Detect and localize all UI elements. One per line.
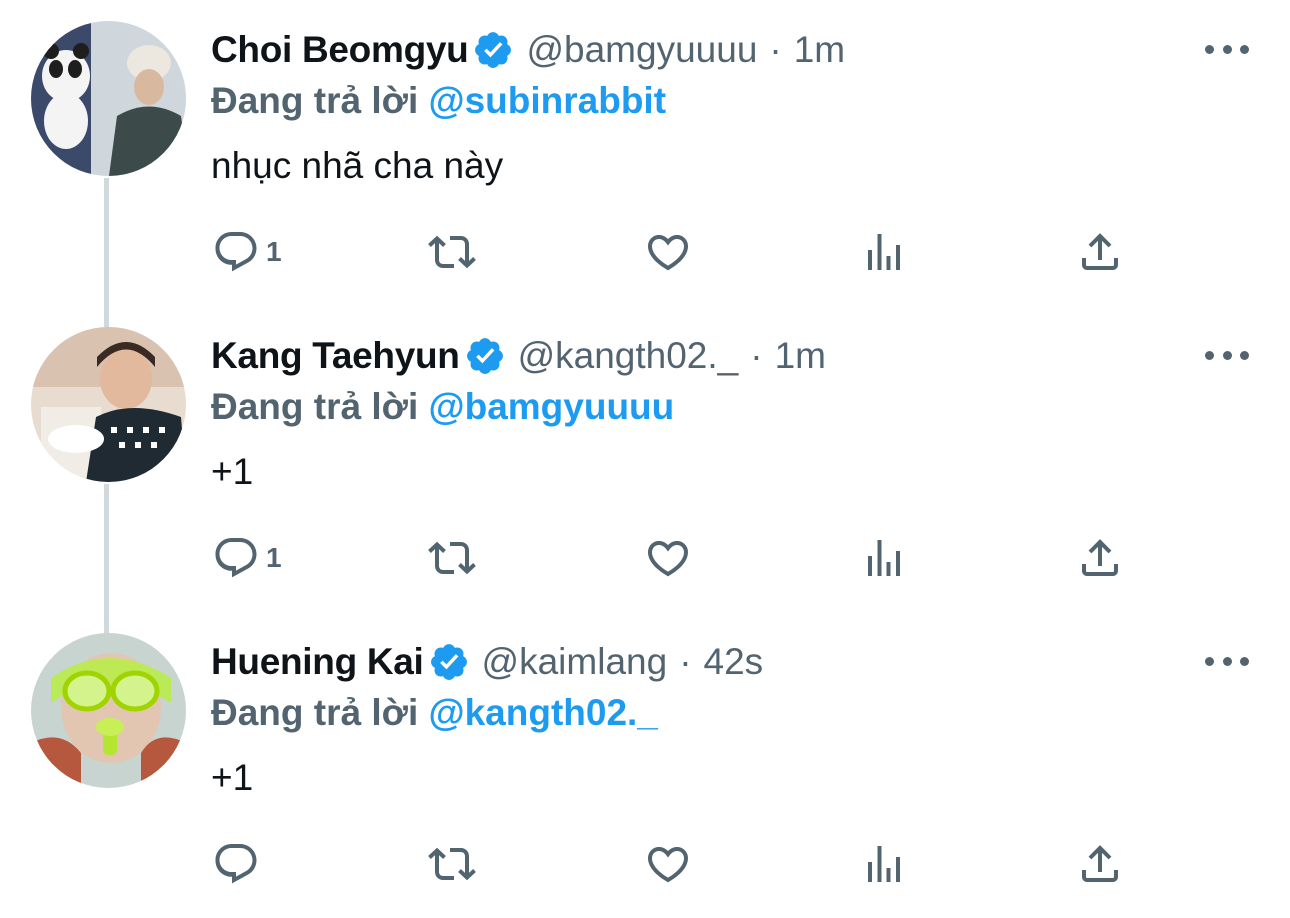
share-button[interactable]: [1076, 530, 1124, 586]
handle[interactable]: @kaimlang: [482, 638, 668, 686]
tweet-header: Kang Taehyun @kangth02._ · 1m: [211, 332, 826, 380]
like-button[interactable]: [644, 836, 692, 892]
analytics-icon: [868, 540, 900, 576]
retweet-icon: [428, 541, 476, 575]
replying-to: Đang trả lời @subinrabbit: [211, 77, 666, 125]
reply-icon: [215, 538, 257, 578]
tweet-text: nhục nhã cha này: [211, 145, 504, 186]
avatar[interactable]: [31, 633, 186, 788]
replying-to: Đang trả lời @bamgyuuuu: [211, 383, 674, 431]
tweet-header: Huening Kai @kaimlang · 42s: [211, 638, 763, 686]
reply-icon: [215, 232, 257, 272]
separator-dot: ·: [750, 335, 763, 376]
share-icon: [1082, 845, 1118, 882]
heart-icon: [647, 541, 689, 577]
handle[interactable]: @bamgyuuuu: [526, 26, 757, 74]
separator-dot: ·: [769, 29, 782, 70]
retweet-icon: [428, 235, 476, 269]
display-name[interactable]: Huening Kai: [211, 638, 424, 686]
views-button[interactable]: [860, 224, 908, 280]
timestamp[interactable]: 1m: [794, 26, 845, 74]
tweet[interactable]: Kang Taehyun @kangth02._ · 1m Đang trả l…: [0, 306, 1290, 612]
views-button[interactable]: [860, 530, 908, 586]
tweet-text: +1: [211, 757, 254, 798]
reply-icon: [215, 844, 257, 884]
replying-to-label: Đang trả lời: [211, 692, 419, 733]
verified-badge-icon: [475, 32, 512, 68]
analytics-icon: [868, 234, 900, 270]
reply-button[interactable]: 1: [212, 530, 282, 586]
timestamp[interactable]: 1m: [775, 332, 826, 380]
reply-count: 1: [266, 236, 282, 267]
mention-link[interactable]: @bamgyuuuu: [429, 386, 675, 427]
tweet[interactable]: Huening Kai @kaimlang · 42s Đang trả lời…: [0, 612, 1290, 918]
retweet-button[interactable]: [428, 530, 476, 586]
timestamp[interactable]: 42s: [704, 638, 764, 686]
more-horizontal-icon[interactable]: [1205, 38, 1249, 60]
share-button[interactable]: [1076, 836, 1124, 892]
separator-dot: ·: [679, 641, 692, 682]
share-icon: [1082, 233, 1118, 270]
views-button[interactable]: [860, 836, 908, 892]
tweet-header: Choi Beomgyu @bamgyuuuu · 1m: [211, 26, 845, 74]
tweet[interactable]: Choi Beomgyu @bamgyuuuu · 1m Đang trả lờ…: [0, 0, 1290, 306]
like-button[interactable]: [644, 530, 692, 586]
verified-badge-icon: [466, 338, 503, 374]
mention-link[interactable]: @kangth02._: [429, 692, 658, 733]
tweet-actions: 1: [0, 224, 1290, 280]
analytics-icon: [868, 846, 900, 882]
replying-to: Đang trả lời @kangth02._: [211, 689, 658, 737]
tweet-actions: 1: [0, 530, 1290, 586]
reply-button[interactable]: 1: [212, 224, 282, 280]
more-horizontal-icon[interactable]: [1205, 650, 1249, 672]
share-button[interactable]: [1076, 224, 1124, 280]
display-name[interactable]: Kang Taehyun: [211, 332, 460, 380]
more-horizontal-icon[interactable]: [1205, 344, 1249, 366]
avatar[interactable]: [31, 327, 186, 482]
handle[interactable]: @kangth02._: [518, 332, 739, 380]
heart-icon: [647, 235, 689, 271]
replying-to-label: Đang trả lời: [211, 80, 419, 121]
retweet-button[interactable]: [428, 836, 476, 892]
avatar[interactable]: [31, 21, 186, 176]
heart-icon: [647, 847, 689, 883]
reply-count: 1: [266, 542, 282, 573]
replying-to-label: Đang trả lời: [211, 386, 419, 427]
tweet-actions: [0, 836, 1290, 892]
tweet-text: +1: [211, 451, 254, 492]
retweet-button[interactable]: [428, 224, 476, 280]
share-icon: [1082, 539, 1118, 576]
display-name[interactable]: Choi Beomgyu: [211, 26, 469, 74]
like-button[interactable]: [644, 224, 692, 280]
verified-badge-icon: [430, 644, 467, 680]
reply-button[interactable]: [212, 836, 266, 892]
retweet-icon: [428, 847, 476, 881]
mention-link[interactable]: @subinrabbit: [429, 80, 667, 121]
